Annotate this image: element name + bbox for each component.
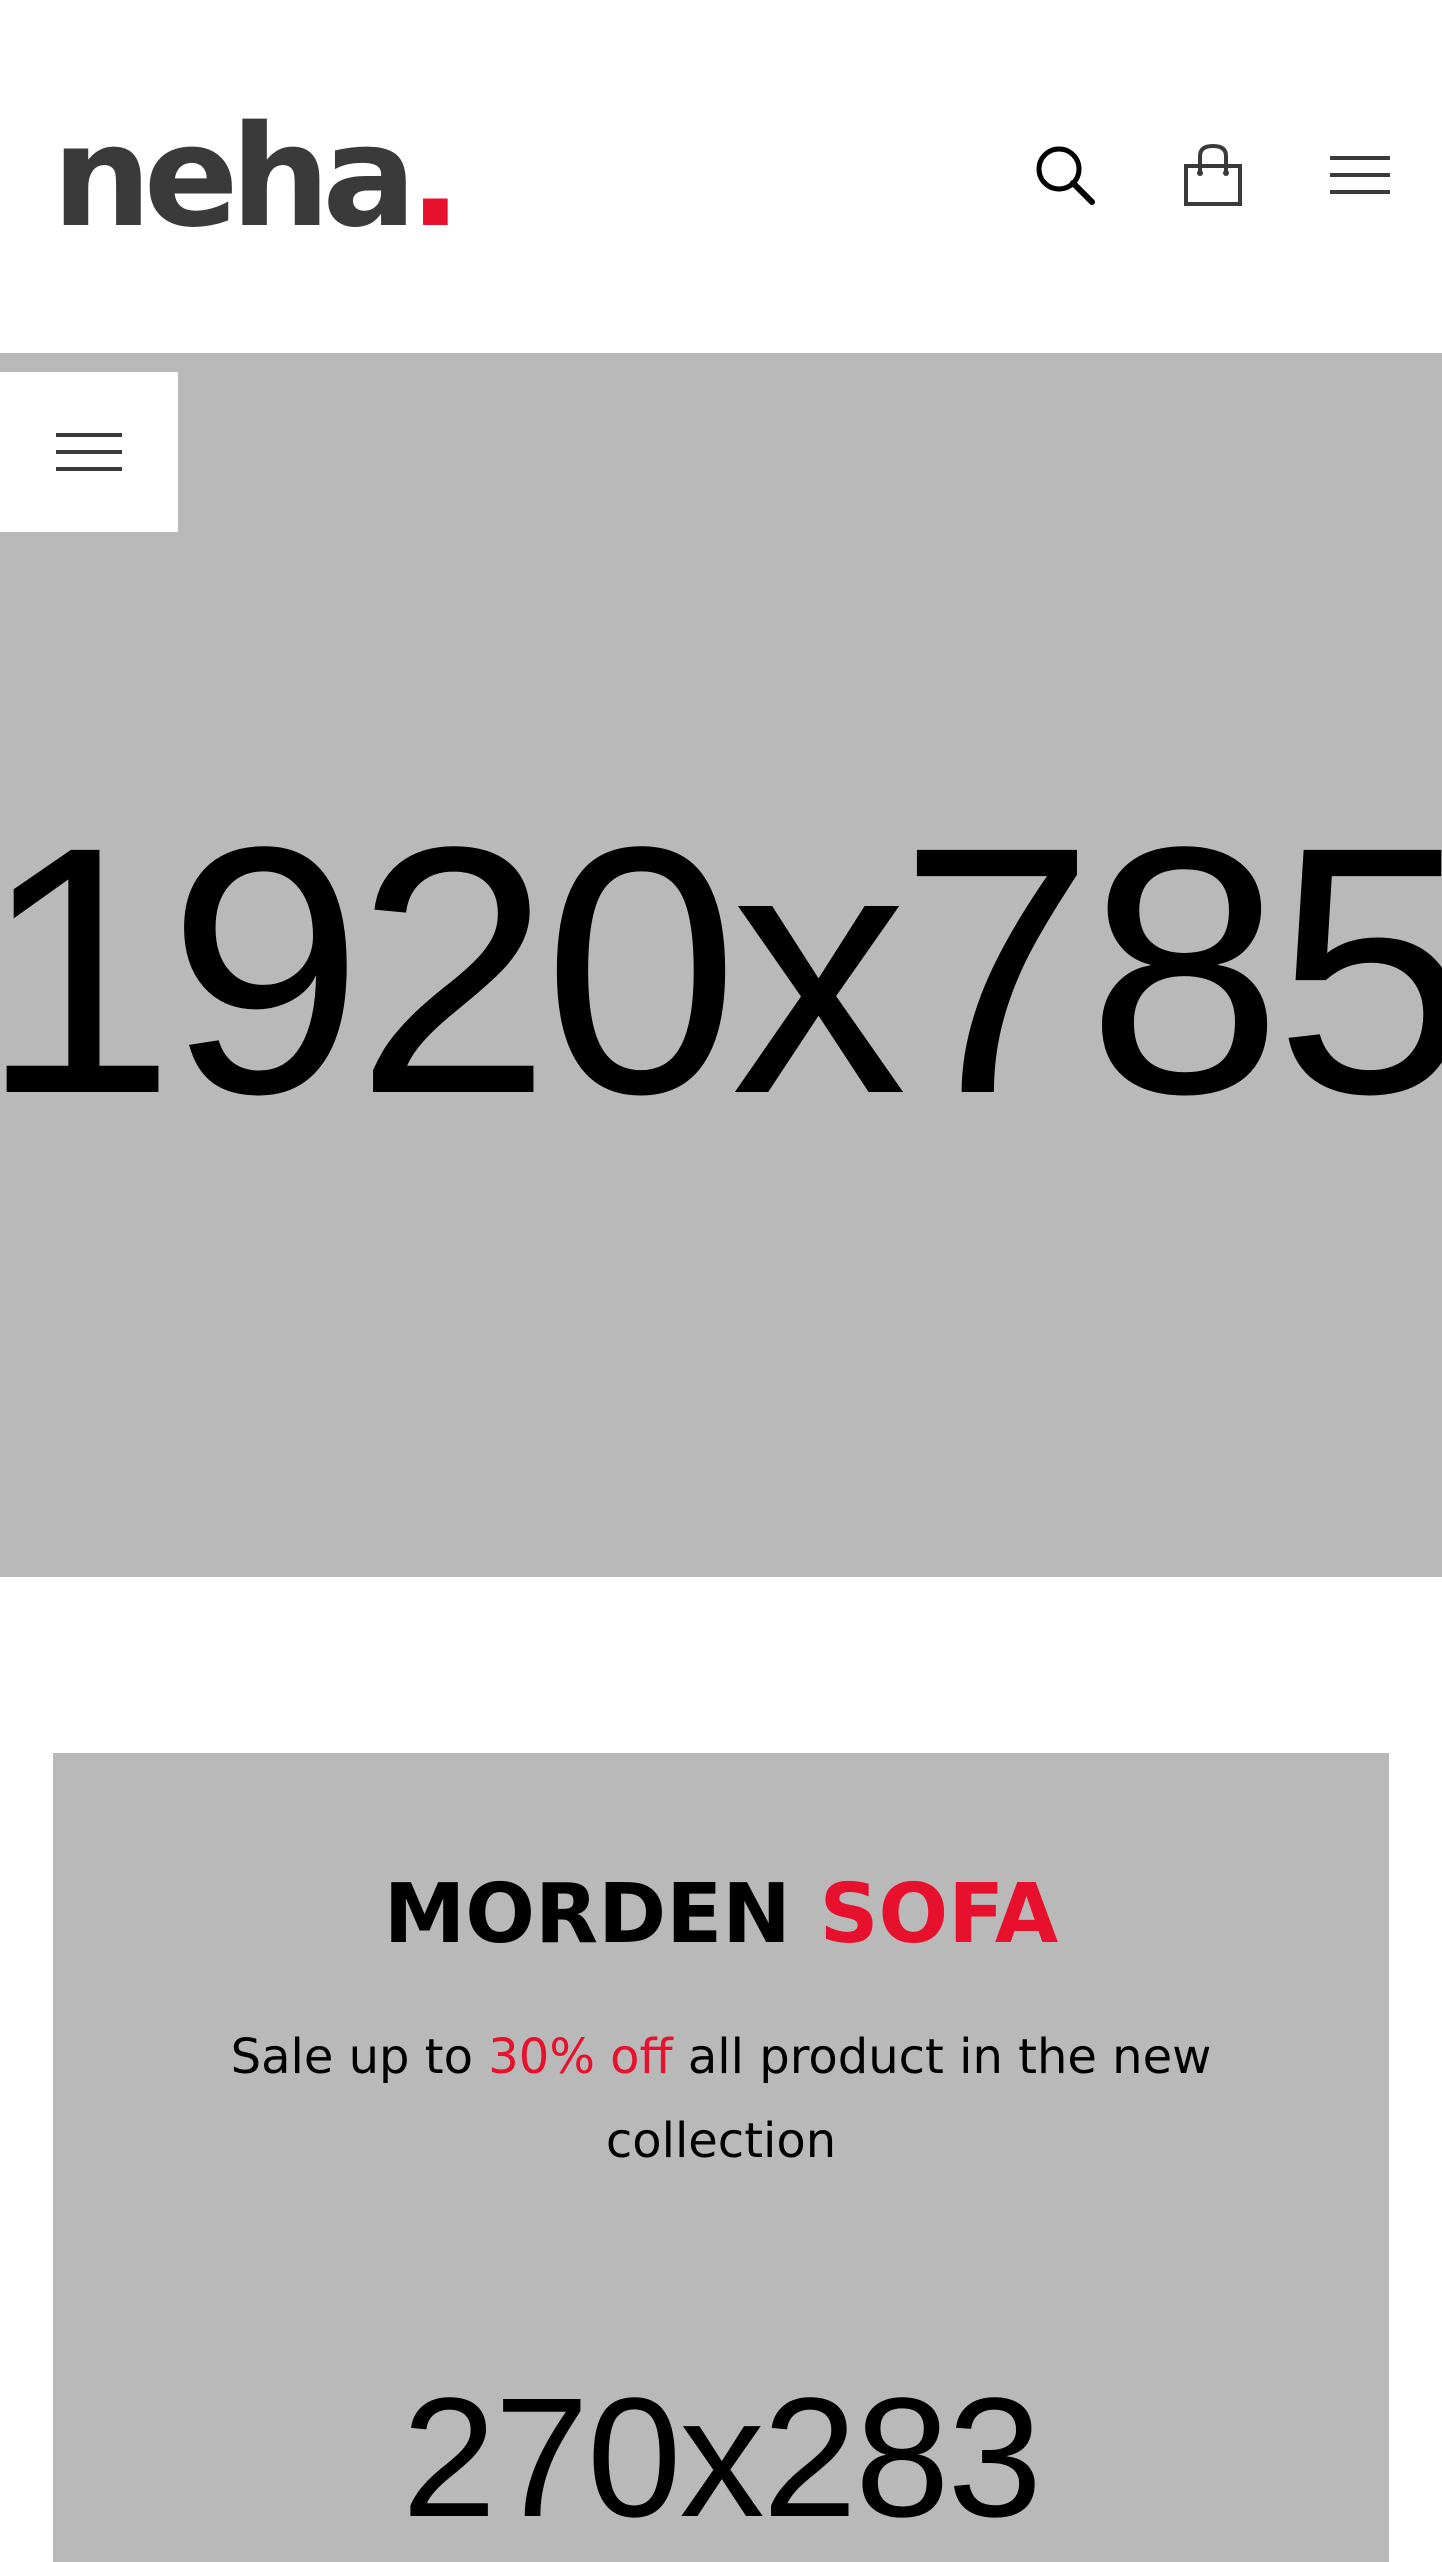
- category-menu-toggle[interactable]: [0, 372, 178, 532]
- promo-banner[interactable]: MORDEN SOFA Sale up to 30% off all produ…: [53, 1753, 1389, 2562]
- promo-discount: 30% off: [488, 2029, 673, 2085]
- promo-title-accent: SOFA: [819, 1867, 1059, 1962]
- promo-text-before: Sale up to: [230, 2029, 473, 2085]
- promo-text-after: all product in the new collection: [605, 2029, 1212, 2169]
- logo-text: neha: [52, 96, 417, 259]
- main-menu-button[interactable]: [1325, 140, 1395, 210]
- cart-button[interactable]: [1178, 140, 1248, 210]
- search-icon: [1036, 146, 1095, 205]
- hero-slider: 1920x785: [0, 353, 1442, 1577]
- hero-image-placeholder: 1920x785: [0, 773, 1442, 1167]
- promo-title-main: MORDEN: [383, 1867, 791, 1962]
- logo-dot: .: [408, 96, 462, 259]
- site-header: neha.: [0, 0, 1442, 353]
- shopping-bag-icon: [1184, 143, 1242, 206]
- hamburger-menu-icon: [56, 433, 122, 471]
- hamburger-menu-icon: [1330, 156, 1390, 194]
- promo-title: MORDEN SOFA: [53, 1865, 1389, 1965]
- search-button[interactable]: [1030, 140, 1100, 210]
- site-logo[interactable]: neha.: [52, 96, 462, 259]
- promo-image-placeholder: 270x283: [401, 2363, 1042, 2553]
- promo-description: Sale up to 30% off all product in the ne…: [213, 2015, 1229, 2183]
